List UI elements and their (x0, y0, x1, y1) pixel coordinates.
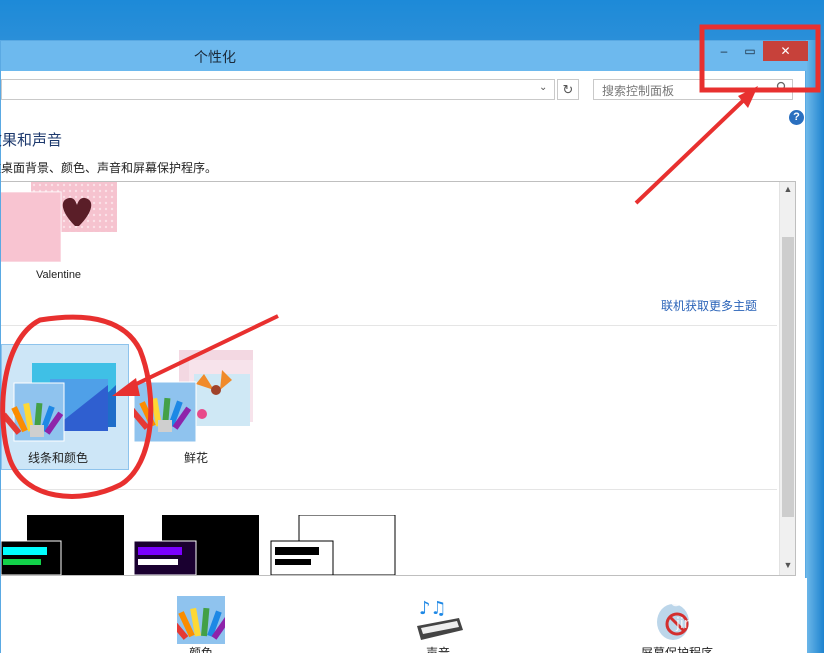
theme-valentine[interactable] (1, 182, 121, 267)
sound-link[interactable]: 声音 (426, 644, 450, 653)
scrollbar-thumb[interactable] (782, 237, 794, 517)
search-input[interactable]: 搜索控制面板 (602, 82, 674, 99)
watermark-text: Baidu经验 (650, 582, 785, 613)
help-icon[interactable]: ? (789, 110, 804, 125)
title-bar[interactable]: 个性化 ‒ ▭ ✕ (1, 41, 808, 71)
maximize-button[interactable]: ▭ (737, 41, 763, 61)
page-description: 改桌面背景、颜色、声音和屏幕保护程序。 (0, 161, 218, 175)
theme-high-contrast-1[interactable] (1, 515, 126, 575)
chevron-down-icon[interactable]: ⌄ (539, 82, 547, 93)
search-icon[interactable] (776, 81, 788, 96)
window-title: 个性化 (194, 49, 236, 65)
svg-text:♪♫: ♪♫ (419, 598, 447, 619)
divider (1, 325, 777, 326)
address-bar[interactable]: ⌄ (1, 79, 555, 100)
divider (1, 489, 777, 490)
close-button[interactable]: ✕ (763, 41, 808, 61)
scroll-up-icon[interactable]: ▲ (780, 184, 795, 194)
refresh-button[interactable]: ↻ (557, 79, 579, 100)
online-themes-link[interactable]: 联机获取更多主题 (661, 297, 757, 314)
desktop-background (0, 0, 824, 40)
theme-high-contrast-2[interactable] (133, 515, 259, 575)
theme-list[interactable]: Valentine 联机获取更多主题 线条和颜色 鲜花 ▲ ▼ (1, 181, 796, 576)
theme-label: Valentine (36, 269, 82, 281)
watermark-logo: Baidu经验 jingyan.baidu.com (640, 562, 820, 634)
scrollbar[interactable]: ▲ ▼ (779, 182, 795, 575)
color-link[interactable]: 颜色 (189, 644, 213, 653)
theme-label: 线条和颜色 (28, 451, 89, 465)
sound-icon[interactable]: ♪♫ (413, 596, 465, 644)
page-title: 效果和声音 (0, 132, 63, 149)
minimize-button[interactable]: ‒ (711, 41, 737, 61)
theme-high-contrast-white[interactable] (269, 514, 399, 575)
watermark-url: jingyan.baidu.com (675, 616, 805, 632)
theme-label: 鲜花 (184, 451, 209, 465)
search-box[interactable]: 搜索控制面板 (593, 79, 793, 100)
screensaver-link[interactable]: 屏幕保护程序 (641, 644, 713, 653)
color-icon[interactable] (168, 596, 231, 644)
